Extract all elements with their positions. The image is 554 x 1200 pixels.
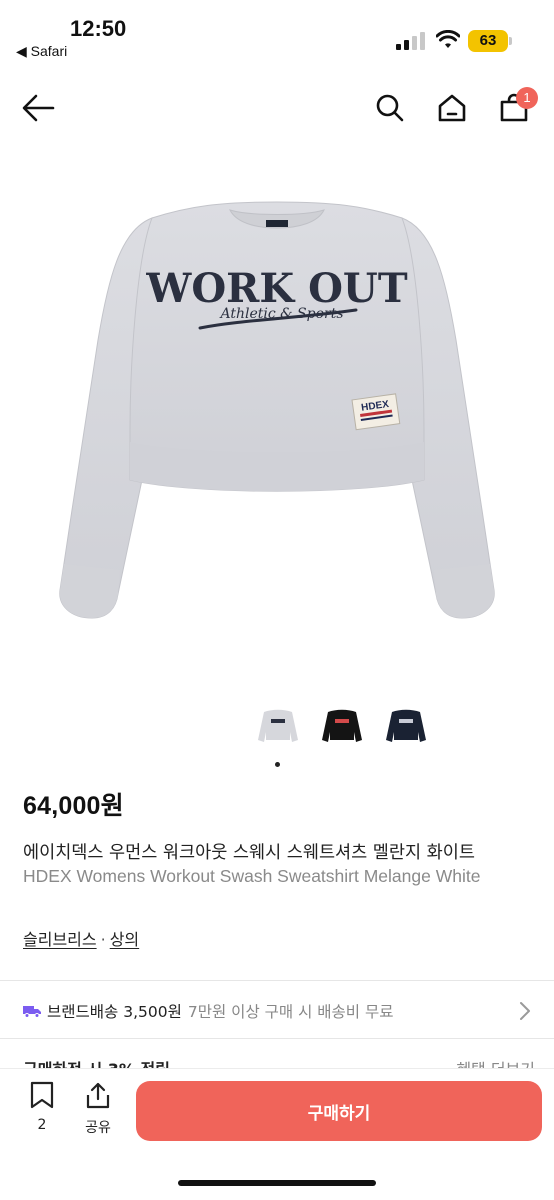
bookmark-button[interactable]: 2: [22, 1081, 62, 1133]
product-name-korean: 에이치덱스 우먼스 워크아웃 스웨시 스웨트셔츠 멜란지 화이트: [23, 843, 475, 863]
thumbnail-melange-white[interactable]: [252, 700, 304, 752]
wifi-icon: [435, 29, 461, 50]
product-image[interactable]: WORK OUT Athletic & Sports HDEX: [0, 150, 554, 690]
brand-link[interactable]: 슬리브리스: [23, 930, 97, 949]
buy-button[interactable]: 구매하기: [136, 1081, 542, 1141]
print-graphic: WORK OUT: [145, 265, 407, 312]
thumbnail-black[interactable]: [316, 700, 368, 752]
top-nav: [0, 80, 554, 136]
battery-indicator: 63: [468, 30, 508, 52]
battery-cap: [509, 37, 512, 45]
search-icon[interactable]: [370, 88, 410, 128]
thumbnail-navy[interactable]: [380, 700, 432, 752]
share-label: 공유: [85, 1120, 111, 1136]
bookmark-count: 2: [37, 1117, 47, 1133]
thumbnail-strip: [252, 700, 432, 752]
section-divider: [0, 1038, 554, 1039]
breadcrumb: 슬리브리스 · 상의: [23, 926, 139, 950]
home-icon[interactable]: [432, 88, 472, 128]
category-link[interactable]: 상의: [110, 930, 139, 949]
shipping-note: 7만원 이상 구매 시 배송비 무료: [187, 1003, 394, 1021]
shipping-info-row[interactable]: 브랜드배송 3,500원 7만원 이상 구매 시 배송비 무료: [23, 998, 535, 1024]
cart-count-badge: 1: [516, 87, 538, 109]
carousel-indicator: [275, 762, 280, 767]
share-button[interactable]: 공유: [78, 1081, 118, 1137]
product-price: 64,000원: [23, 792, 124, 820]
breadcrumb-separator: ·: [100, 930, 106, 949]
truck-icon: [23, 1006, 41, 1018]
arrow-left-icon[interactable]: [18, 88, 58, 128]
status-bar: 12:50 ◀ Safari 63: [0, 0, 554, 70]
shipping-label: 브랜드배송 3,500원: [47, 1003, 182, 1021]
share-icon: [86, 1082, 110, 1109]
section-divider: [0, 980, 554, 981]
bookmark-icon: [30, 1081, 54, 1109]
status-time: 12:50: [70, 16, 127, 41]
cellular-signal-icon: [396, 32, 426, 50]
product-name-english: HDEX Womens Workout Swash Sweatshirt Mel…: [23, 866, 481, 886]
home-indicator: [178, 1180, 376, 1186]
back-to-safari-link[interactable]: ◀ Safari: [16, 43, 67, 60]
chevron-right-icon: [520, 1002, 530, 1020]
